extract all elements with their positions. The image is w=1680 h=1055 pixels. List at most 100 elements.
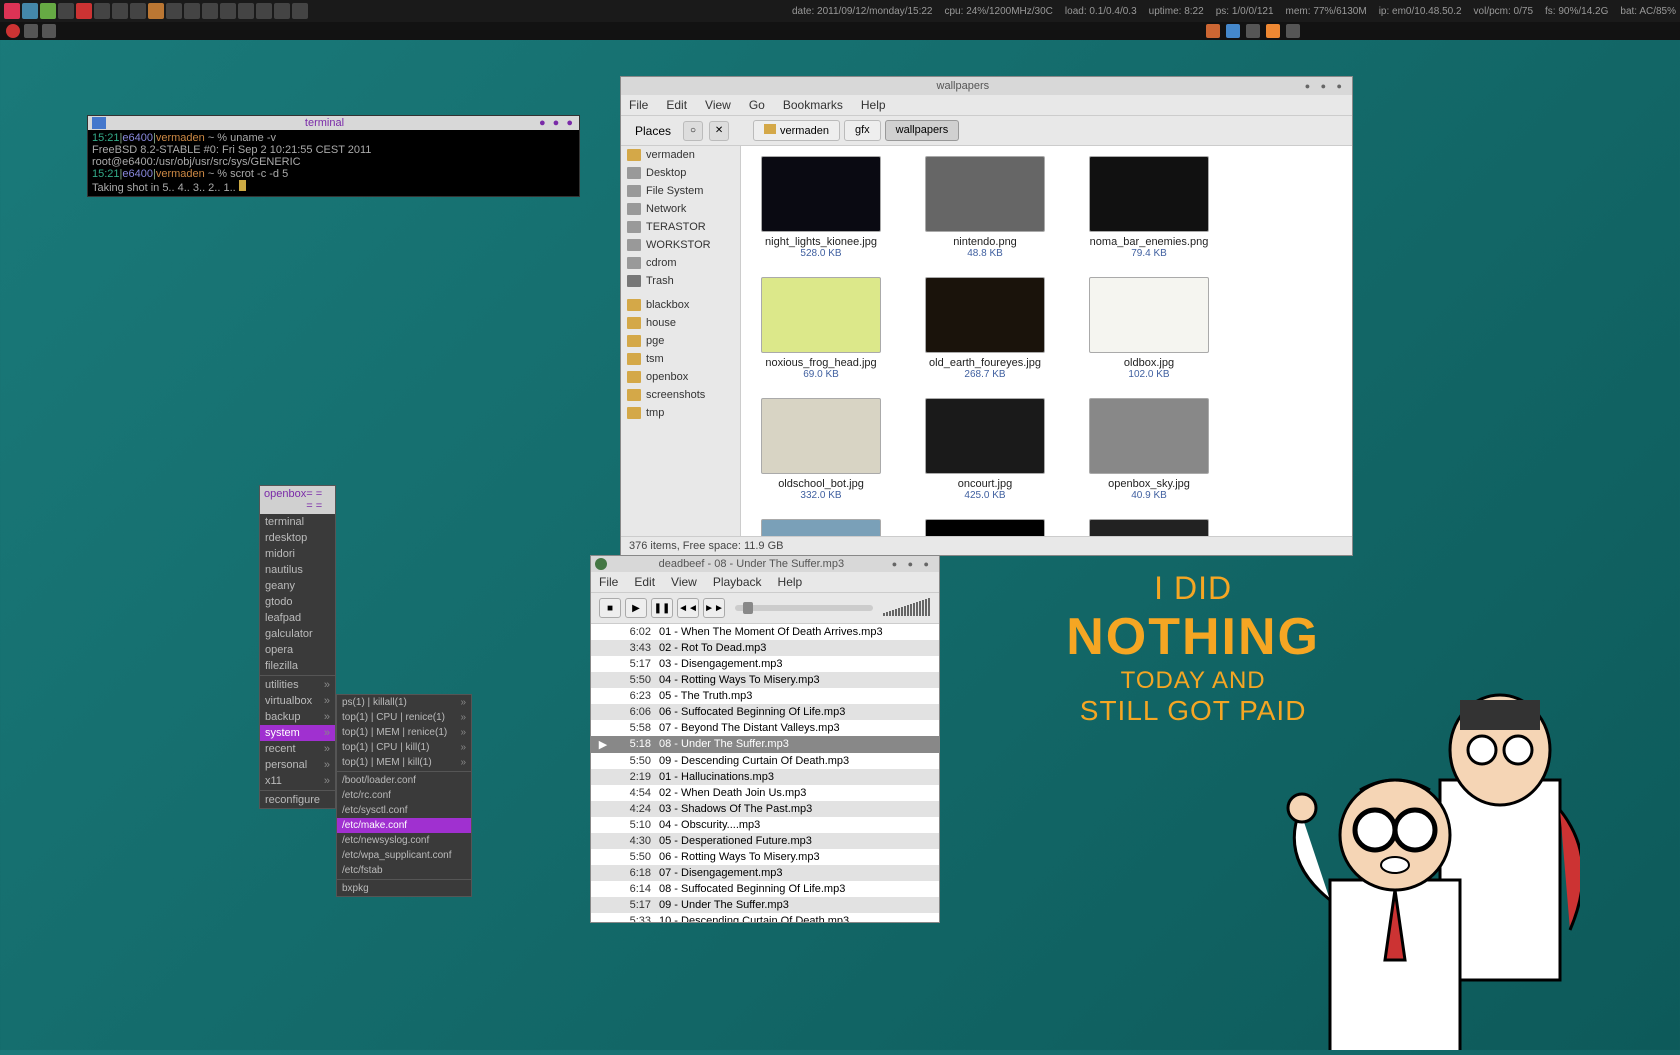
file-item[interactable]: ozzy_headless_bat.png15.6 KB [915, 519, 1055, 536]
fm-content[interactable]: night_lights_kionee.jpg528.0 KBnintendo.… [741, 146, 1352, 536]
tray-icon[interactable] [112, 3, 128, 19]
sidebar-house[interactable]: house [621, 314, 740, 332]
submenu-item[interactable]: top(1) | CPU | kill(1)» [337, 740, 471, 755]
notif-icon[interactable] [1286, 24, 1300, 38]
track-row[interactable]: 5:5807 - Beyond The Distant Valleys.mp3 [591, 720, 939, 736]
menu-help[interactable]: Help [861, 98, 886, 112]
submenu-item[interactable]: /etc/fstab [337, 863, 471, 878]
submenu-item[interactable]: top(1) | CPU | renice(1)» [337, 710, 471, 725]
menu-view[interactable]: View [671, 575, 697, 589]
menu-bookmarks[interactable]: Bookmarks [783, 98, 843, 112]
track-row[interactable]: 6:2305 - The Truth.mp3 [591, 688, 939, 704]
file-item[interactable]: noma_bar_enemies.png79.4 KB [1079, 156, 1219, 259]
track-row[interactable]: 5:5009 - Descending Curtain Of Death.mp3 [591, 753, 939, 769]
track-row[interactable]: 6:1408 - Suffocated Beginning Of Life.mp… [591, 881, 939, 897]
submenu-item[interactable]: /etc/rc.conf [337, 788, 471, 803]
file-item[interactable]: opensolaris_dirt_wide.jpg546.5 KB [751, 519, 891, 536]
sidebar-trash[interactable]: Trash [621, 272, 740, 290]
file-manager-window[interactable]: wallpapers ● ● ● FileEditViewGoBookmarks… [620, 76, 1353, 556]
tray-icon[interactable] [40, 3, 56, 19]
menu-item[interactable]: utilities» [260, 677, 335, 693]
prev-button[interactable]: ◄◄ [677, 598, 699, 618]
file-item[interactable]: oldbox.jpg102.0 KB [1079, 277, 1219, 380]
mp-titlebar[interactable]: deadbeef - 08 - Under The Suffer.mp3 ● ●… [591, 556, 939, 572]
terminal-titlebar[interactable]: terminal ● ● ● [88, 116, 579, 130]
menu-item[interactable]: rdesktop [260, 530, 335, 546]
track-row[interactable]: 4:3005 - Desperationed Future.mp3 [591, 833, 939, 849]
track-row[interactable]: 5:1709 - Under The Suffer.mp3 [591, 897, 939, 913]
tray-icon[interactable] [202, 3, 218, 19]
tray-icon[interactable] [130, 3, 146, 19]
track-row[interactable]: 5:5006 - Rotting Ways To Misery.mp3 [591, 849, 939, 865]
sidebar-terastor[interactable]: TERASTOR [621, 218, 740, 236]
menu-help[interactable]: Help [778, 575, 803, 589]
submenu-item[interactable]: /etc/sysctl.conf [337, 803, 471, 818]
menu-item-system[interactable]: system» [260, 725, 335, 741]
menu-item[interactable]: opera [260, 642, 335, 658]
menu-playback[interactable]: Playback [713, 575, 762, 589]
file-item[interactable]: noxious_frog_head.jpg69.0 KB [751, 277, 891, 380]
submenu-item[interactable]: ps(1) | killall(1)» [337, 695, 471, 710]
track-row[interactable]: 6:0606 - Suffocated Beginning Of Life.mp… [591, 704, 939, 720]
track-row[interactable]: ▶5:1808 - Under The Suffer.mp3 [591, 736, 939, 753]
tray-icon[interactable] [166, 3, 182, 19]
submenu-item[interactable]: top(1) | MEM | renice(1)» [337, 725, 471, 740]
tray-icon[interactable] [76, 3, 92, 19]
tray-icon[interactable] [220, 3, 236, 19]
sidebar-network[interactable]: Network [621, 200, 740, 218]
menu-item[interactable]: gtodo [260, 594, 335, 610]
file-item[interactable]: old_earth_foureyes.jpg268.7 KB [915, 277, 1055, 380]
places-label[interactable]: Places [629, 122, 677, 140]
menu-item[interactable]: geany [260, 578, 335, 594]
task-icon[interactable] [42, 24, 56, 38]
breadcrumb-wallpapers[interactable]: wallpapers [885, 120, 960, 141]
menu-file[interactable]: File [629, 98, 648, 112]
stop-button[interactable]: ■ [599, 598, 621, 618]
menu-item[interactable]: leafpad [260, 610, 335, 626]
sidebar-vermaden[interactable]: vermaden [621, 146, 740, 164]
menu-item[interactable]: x11» [260, 773, 335, 789]
menu-item-reconfigure[interactable]: reconfigure [260, 792, 335, 808]
sidebar-openbox[interactable]: openbox [621, 368, 740, 386]
menu-item[interactable]: virtualbox» [260, 693, 335, 709]
submenu-item[interactable]: top(1) | MEM | kill(1)» [337, 755, 471, 770]
track-row[interactable]: 5:3310 - Descending Curtain Of Death.mp3 [591, 913, 939, 922]
submenu-item[interactable]: bxpkg [337, 881, 471, 896]
sidebar-desktop[interactable]: Desktop [621, 164, 740, 182]
nav-button[interactable]: ✕ [709, 121, 729, 141]
task-icon[interactable] [24, 24, 38, 38]
submenu-item[interactable]: /etc/wpa_supplicant.conf [337, 848, 471, 863]
track-row[interactable]: 2:1901 - Hallucinations.mp3 [591, 769, 939, 785]
task-icon[interactable] [6, 24, 20, 38]
tray-icon[interactable] [256, 3, 272, 19]
submenu-item[interactable]: /etc/newsyslog.conf [337, 833, 471, 848]
window-controls[interactable]: ● ● ● [1305, 81, 1346, 91]
music-player-window[interactable]: deadbeef - 08 - Under The Suffer.mp3 ● ●… [590, 555, 940, 923]
playlist[interactable]: 6:0201 - When The Moment Of Death Arrive… [591, 624, 939, 922]
tray-icon[interactable] [148, 3, 164, 19]
next-button[interactable]: ►► [703, 598, 725, 618]
tray-icon[interactable] [22, 3, 38, 19]
track-row[interactable]: 4:2403 - Shadows Of The Past.mp3 [591, 801, 939, 817]
volume-meter[interactable] [883, 600, 931, 616]
terminal-body[interactable]: 15:21|e6400|vermaden ~ % uname -v FreeBS… [88, 130, 579, 196]
menu-item[interactable]: personal» [260, 757, 335, 773]
menu-item[interactable]: backup» [260, 709, 335, 725]
play-button[interactable]: ▶ [625, 598, 647, 618]
tray-icon[interactable] [4, 3, 20, 19]
breadcrumb-vermaden[interactable]: vermaden [753, 120, 840, 141]
sidebar-pge[interactable]: pge [621, 332, 740, 350]
nav-button[interactable]: ○ [683, 121, 703, 141]
menu-item[interactable]: terminal [260, 514, 335, 530]
file-item[interactable]: panic_dialog.png18.0 KB [1079, 519, 1219, 536]
file-item[interactable]: openbox_sky.jpg40.9 KB [1079, 398, 1219, 501]
menu-item[interactable]: nautilus [260, 562, 335, 578]
file-item[interactable]: nintendo.png48.8 KB [915, 156, 1055, 259]
breadcrumb-gfx[interactable]: gfx [844, 120, 881, 141]
sidebar-cdrom[interactable]: cdrom [621, 254, 740, 272]
menu-item[interactable]: midori [260, 546, 335, 562]
tray-icon[interactable] [184, 3, 200, 19]
menu-item[interactable]: filezilla [260, 658, 335, 674]
file-item[interactable]: oncourt.jpg425.0 KB [915, 398, 1055, 501]
track-row[interactable]: 5:1703 - Disengagement.mp3 [591, 656, 939, 672]
